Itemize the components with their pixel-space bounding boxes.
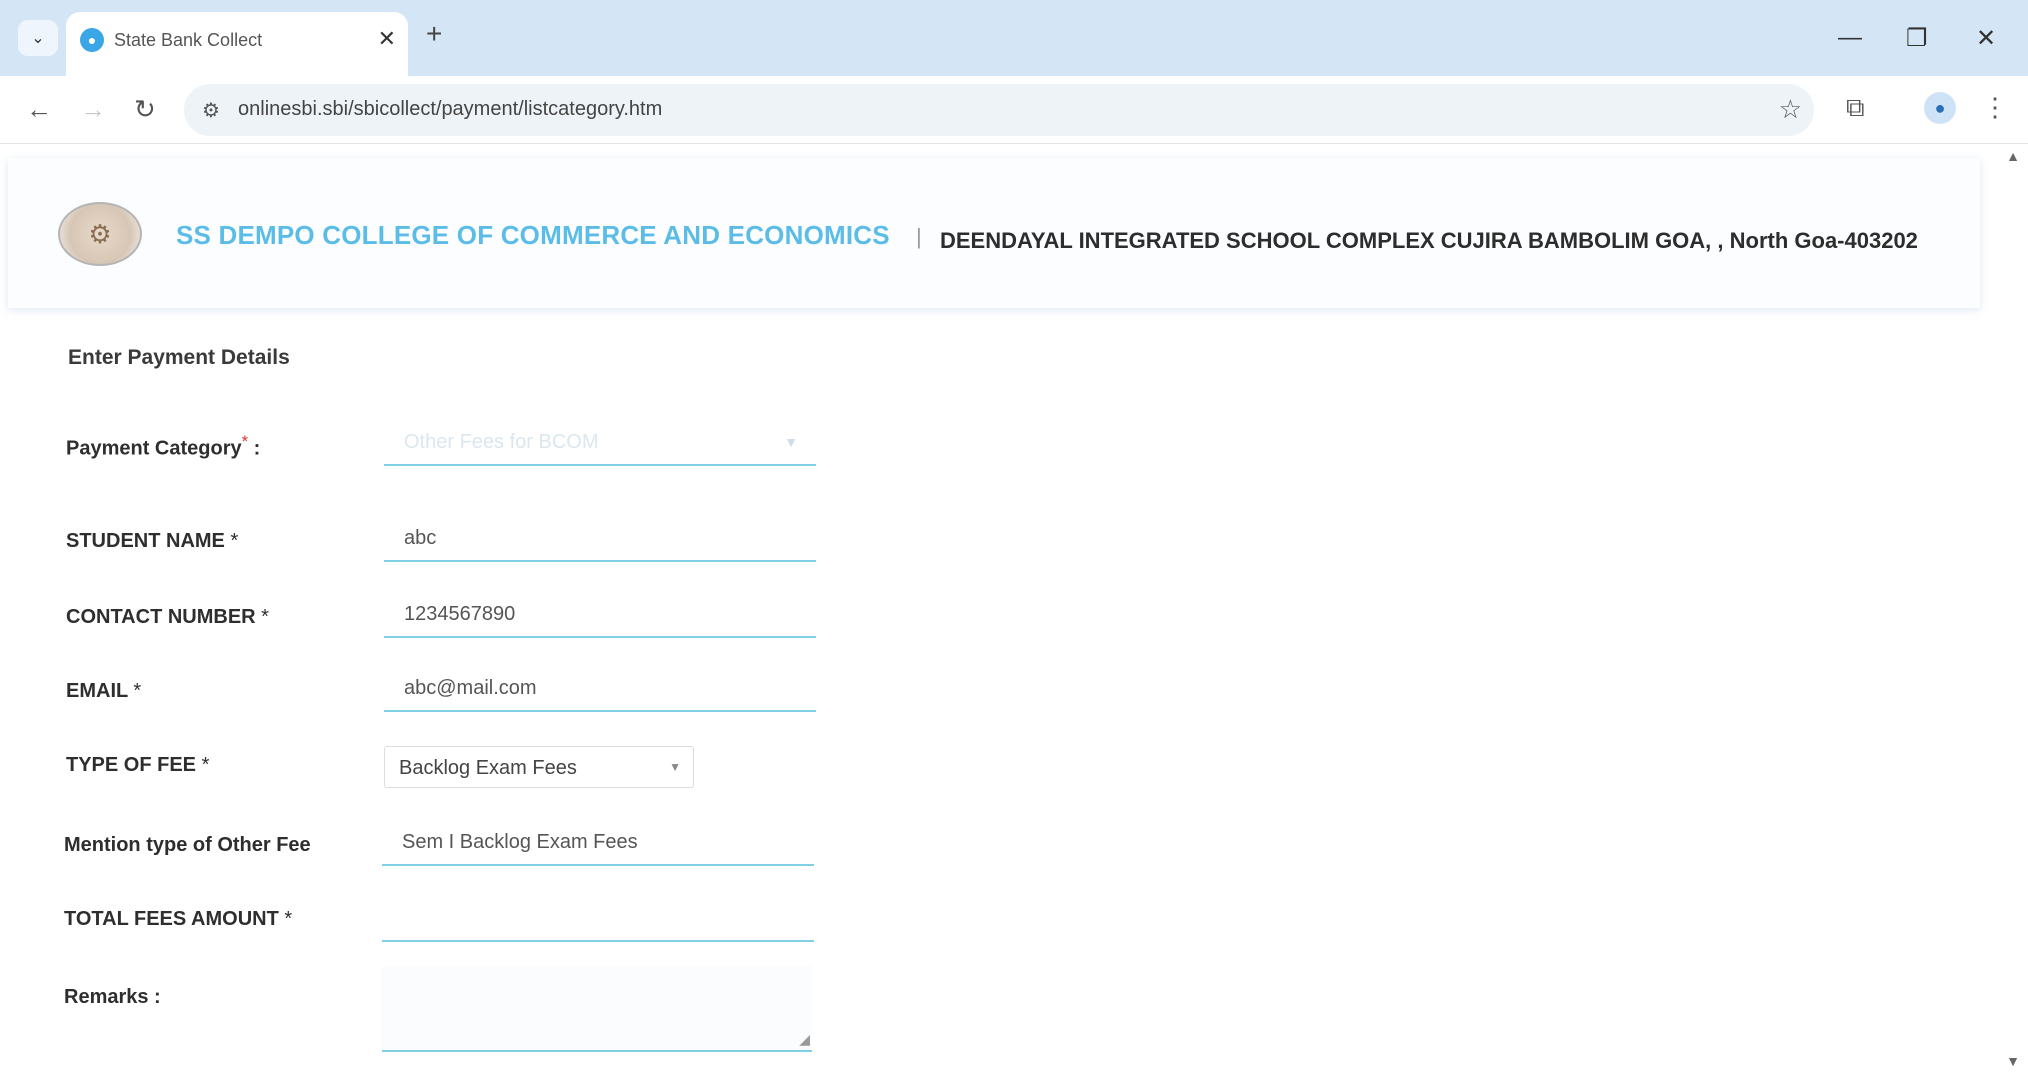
total-fees-amount-field[interactable] [382,896,814,942]
other-fee-type-field[interactable] [382,820,814,866]
other-fee-type-input[interactable] [382,820,814,864]
email-field[interactable] [384,666,816,712]
scroll-up-arrow-icon[interactable]: ▲ [2006,148,2020,164]
restore-icon[interactable]: ❐ [1906,24,1928,53]
college-header: ⚙ SS DEMPO COLLEGE OF COMMERCE AND ECONO… [8,158,1980,308]
extensions-icon[interactable]: ⧉ [1846,92,1865,124]
contact-number-field[interactable] [384,592,816,638]
contact-number-input[interactable] [384,592,816,636]
bookmark-star-icon[interactable]: ☆ [1779,94,1802,125]
total-fees-amount-label: TOTAL FEES AMOUNT * [64,908,293,930]
chevron-down-icon: ⌄ [31,30,45,47]
tab-search-button[interactable]: ⌄ [18,20,58,56]
student-name-label: STUDENT NAME * [66,530,239,552]
other-fee-type-label: Mention type of Other Fee [64,834,311,856]
type-of-fee-select[interactable]: Backlog Exam Fees ▼ [384,746,694,788]
college-logo-icon: ⚙ [58,202,142,266]
reload-icon[interactable]: ↻ [134,94,156,125]
contact-number-label: CONTACT NUMBER * [66,606,269,628]
close-tab-icon[interactable]: ✕ [378,26,396,52]
payment-category-label: Payment Category* : [66,432,261,460]
back-arrow-icon[interactable]: ← [26,94,52,125]
minimize-icon[interactable]: — [1838,24,1862,52]
student-name-field[interactable] [384,516,816,562]
new-tab-button[interactable]: + [426,18,442,50]
sbi-favicon-icon: ● [80,28,104,52]
section-title: Enter Payment Details [68,346,290,369]
page-content: ⚙ SS DEMPO COLLEGE OF COMMERCE AND ECONO… [0,144,2028,1073]
forward-arrow-icon[interactable]: → [80,94,106,125]
browser-toolbar: ← → ↻ ⚙ onlinesbi.sbi/sbicollect/payment… [0,76,2028,144]
browser-tab-bar: ⌄ ● State Bank Collect ✕ + — ❐ ✕ [0,0,2028,76]
site-info-icon[interactable]: ⚙ [202,98,220,123]
menu-kebab-icon[interactable]: ⋮ [1982,92,2008,123]
scroll-down-arrow-icon[interactable]: ▼ [2006,1053,2020,1069]
remarks-label: Remarks : [64,986,161,1008]
browser-tab[interactable]: ● State Bank Collect ✕ [66,12,408,76]
student-name-input[interactable] [384,516,816,560]
close-window-icon[interactable]: ✕ [1976,24,1996,53]
dropdown-arrow-icon: ▼ [669,760,681,774]
tab-title: State Bank Collect [114,30,263,50]
resize-handle-icon[interactable]: ◢ [799,1031,810,1048]
total-fees-amount-input[interactable] [382,896,814,940]
college-address: DEENDAYAL INTEGRATED SCHOOL COMPLEX CUJI… [940,228,1918,253]
profile-avatar-icon[interactable]: ● [1924,92,1956,124]
url-text[interactable]: onlinesbi.sbi/sbicollect/payment/listcat… [238,98,662,121]
college-name: SS DEMPO COLLEGE OF COMMERCE AND ECONOMI… [176,220,890,250]
email-label: EMAIL * [66,680,142,702]
remarks-textarea[interactable]: ◢ [382,966,812,1052]
address-bar[interactable]: ⚙ onlinesbi.sbi/sbicollect/payment/listc… [184,84,1814,136]
payment-category-value[interactable] [384,420,816,464]
type-of-fee-label: TYPE OF FEE * [66,754,210,776]
email-input[interactable] [384,666,816,710]
dropdown-arrow-icon: ▼ [784,434,798,450]
type-of-fee-value: Backlog Exam Fees [399,757,577,779]
payment-category-select[interactable]: ▼ [384,420,816,466]
header-separator: | [916,224,922,249]
